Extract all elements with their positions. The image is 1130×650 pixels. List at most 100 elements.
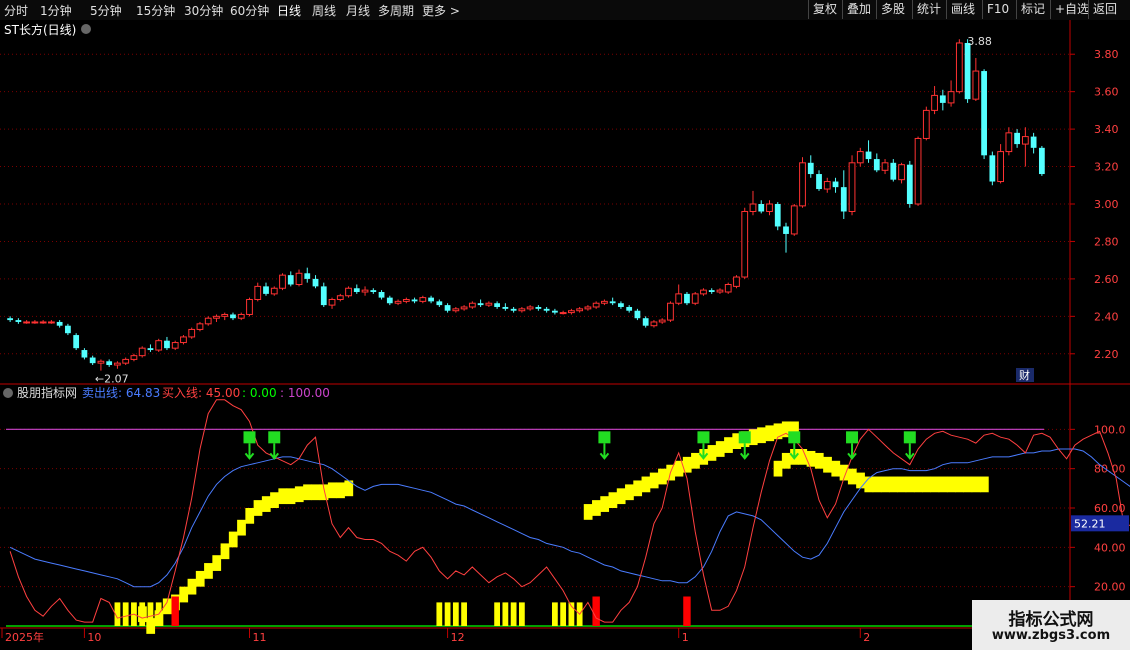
ind-tick-label-0: 100.0	[1094, 423, 1126, 436]
candle-body-9	[81, 350, 88, 358]
signal-bar-yellow-3	[139, 602, 146, 626]
block-0-19	[294, 486, 304, 503]
candle-body-102	[848, 162, 856, 212]
candle-body-90	[749, 203, 757, 212]
candle-body-87	[724, 284, 732, 293]
block-2-15	[897, 476, 907, 493]
ind-tick-label-3: 40.00	[1094, 541, 1126, 554]
toolbar-button-3[interactable]: 统计	[912, 0, 945, 19]
block-1-2	[600, 496, 610, 512]
indicator-legend-0: 卖出线: 64.83	[82, 386, 160, 400]
period-toolbar: 分时 1分钟 5分钟 15分钟 30分钟 60分钟 日线 周线 月线 多周期 更多 > 复权 叠加 多股统…	[0, 0, 1130, 21]
period-tab-4[interactable]: 30分钟	[184, 2, 223, 19]
signal-bar-yellow-15	[560, 602, 567, 626]
candle-body-116	[964, 42, 971, 100]
candle-body-49	[411, 299, 418, 302]
period-tab-1[interactable]: 1分钟	[40, 2, 72, 19]
candle-body-104	[865, 151, 872, 160]
period-tab-6[interactable]: 日线	[277, 2, 301, 19]
block-0-15	[261, 496, 271, 512]
candle-body-56	[468, 302, 476, 308]
indicator-menu-icon	[3, 388, 13, 398]
candle-body-78	[650, 321, 658, 327]
block-2-0	[773, 460, 783, 477]
candle-body-95	[790, 205, 798, 235]
candle-body-26	[221, 313, 229, 317]
toolbar-button-1[interactable]: 叠加	[842, 0, 875, 19]
toolbar-button-8[interactable]: 返回	[1088, 0, 1121, 19]
toolbar-button-4[interactable]: 画线	[946, 0, 979, 19]
low-price-label: ←2.07	[95, 373, 129, 386]
candle-body-84	[700, 289, 707, 295]
candle-body-85	[708, 290, 715, 292]
candle-body-23	[196, 323, 204, 330]
period-tab-5[interactable]: 60分钟	[230, 2, 269, 19]
date-label-3: 12	[451, 631, 465, 644]
block-2-24	[971, 476, 981, 493]
candle-body-47	[394, 300, 402, 304]
signal-bar-yellow-10	[494, 602, 500, 626]
candle-body-27	[230, 314, 236, 319]
toolbar-button-6[interactable]: 标记	[1016, 0, 1049, 19]
period-tab-0[interactable]: 分时	[4, 2, 28, 19]
signal-bar-yellow-9	[461, 602, 467, 626]
date-label-5: 2	[863, 631, 870, 644]
block-1-7	[641, 476, 651, 493]
block-2-14	[889, 476, 898, 493]
candle-body-55	[460, 306, 468, 310]
toolbar-button-0[interactable]: 复权	[808, 0, 841, 19]
candle-body-92	[766, 203, 773, 212]
block-2-6	[823, 456, 832, 473]
block-0-18	[286, 488, 296, 505]
candle-body-63	[526, 306, 534, 310]
block-2-21	[946, 476, 956, 493]
block-0-23	[327, 482, 337, 499]
period-tab-7[interactable]: 周线	[312, 2, 336, 19]
candle-body-101	[840, 187, 847, 212]
signal-bar-yellow-1	[122, 602, 129, 626]
candle-body-93	[774, 204, 781, 227]
period-tab-10[interactable]: 更多 >	[422, 2, 460, 19]
candle-body-31	[263, 286, 269, 294]
toolbar-button-2[interactable]: 多股	[876, 0, 909, 19]
period-tab-9[interactable]: 多周期	[378, 2, 414, 19]
indicator-legend-2: : 0.00	[242, 386, 277, 400]
candle-body-0	[7, 318, 14, 321]
candle-body-15	[130, 355, 138, 360]
date-label-2: 11	[252, 631, 266, 644]
candle-body-28	[237, 313, 245, 319]
block-2-25	[979, 476, 989, 493]
price-tick-label-4: 3.00	[1094, 198, 1119, 211]
candle-body-96	[799, 162, 806, 207]
candle-body-110	[914, 137, 922, 205]
block-0-24	[336, 482, 345, 499]
candle-body-69	[576, 308, 584, 312]
indicator-legend-3: : 100.00	[280, 386, 330, 400]
block-1-3	[608, 492, 618, 508]
toolbar-button-7[interactable]: +自选	[1050, 0, 1093, 19]
block-1-15	[707, 445, 717, 461]
period-tab-8[interactable]: 月线	[346, 2, 370, 19]
price-tick-label-7: 2.40	[1094, 310, 1119, 323]
signal-bar-yellow-7	[444, 602, 451, 626]
signal-bar-yellow-12	[510, 602, 517, 626]
candle-body-125	[1038, 147, 1045, 175]
block-0-10	[220, 543, 230, 560]
price-tick-label-1: 3.60	[1094, 86, 1119, 99]
period-tab-2[interactable]: 5分钟	[90, 2, 122, 19]
candle-body-21	[180, 336, 187, 344]
candle-body-39	[328, 298, 336, 306]
candle-body-77	[642, 318, 649, 326]
toolbar-button-5[interactable]: F10	[982, 0, 1013, 19]
watermark: 指标公式网 www.zbgs3.com	[972, 600, 1130, 650]
period-tab-3[interactable]: 15分钟	[136, 2, 175, 19]
candle-body-41	[345, 287, 352, 297]
candle-body-11	[97, 360, 105, 364]
block-1-16	[715, 441, 725, 457]
candle-body-51	[428, 297, 434, 302]
signal-bar-red-0	[171, 596, 179, 626]
title-menu-icon	[81, 24, 91, 34]
current-value-marker: 52.21	[1074, 517, 1106, 530]
watermark-url: www.zbgs3.com	[991, 628, 1111, 643]
block-1-0	[583, 504, 593, 520]
